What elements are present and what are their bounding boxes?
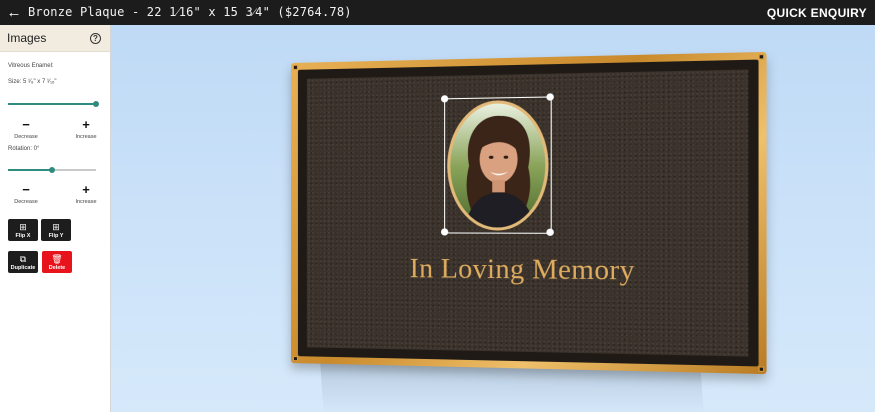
size-decrease-button[interactable]: − Decrease xyxy=(8,119,44,140)
duplicate-icon: ⧉ xyxy=(20,254,26,264)
flip-x-label: Flip X xyxy=(16,233,31,239)
quick-enquiry-button[interactable]: QUICK ENQUIRY xyxy=(767,0,867,25)
oval-photo-frame xyxy=(447,100,548,231)
photo-selection-box[interactable] xyxy=(444,96,552,233)
plus-icon: + xyxy=(68,119,104,131)
size-slider-thumb[interactable] xyxy=(93,101,99,107)
size-slider-fill xyxy=(8,103,96,105)
panel-header: Images ? xyxy=(0,25,110,52)
corner-ornament xyxy=(293,65,298,70)
corner-ornament xyxy=(759,366,765,371)
plaque-field: In Loving Memory xyxy=(307,69,748,356)
top-bar: ← Bronze Plaque - 22 1⁄16" x 15 3⁄4" ($2… xyxy=(0,0,875,25)
design-canvas[interactable]: In Loving Memory xyxy=(111,25,875,412)
flip-y-button[interactable]: ⊞ Flip Y xyxy=(41,219,71,241)
flip-x-button[interactable]: ⊞ Flip X xyxy=(8,219,38,241)
increase-label: Increase xyxy=(68,134,104,140)
size-increase-button[interactable]: + Increase xyxy=(68,119,104,140)
duplicate-label: Duplicate xyxy=(11,265,36,271)
rotation-decrease-button[interactable]: − Decrease xyxy=(8,184,44,205)
help-circle-icon[interactable]: ? xyxy=(90,33,101,44)
rotation-increase-button[interactable]: + Increase xyxy=(68,184,104,205)
page-title: Bronze Plaque - 22 1⁄16" x 15 3⁄4" ($276… xyxy=(28,5,352,20)
arrow-left-icon: ← xyxy=(7,4,22,21)
resize-handle-bottom-left[interactable] xyxy=(441,228,448,235)
size-slider[interactable] xyxy=(8,103,96,105)
panel-title: Images xyxy=(7,31,46,45)
rotation-slider-thumb[interactable] xyxy=(49,167,55,173)
material-label: Vitreous Enamel: xyxy=(8,63,54,69)
flip-horizontal-icon: ⊞ xyxy=(19,222,27,232)
flip-y-label: Flip Y xyxy=(49,233,64,239)
back-button[interactable]: ← xyxy=(0,0,28,25)
resize-handle-top-left[interactable] xyxy=(441,95,448,102)
minus-icon: − xyxy=(8,119,44,131)
rotation-slider[interactable] xyxy=(8,169,96,171)
corner-ornament xyxy=(759,54,765,59)
delete-label: Delete xyxy=(49,265,66,271)
minus-icon: − xyxy=(8,184,44,196)
trash-icon: 🗑 xyxy=(51,254,62,264)
bronze-plaque[interactable]: In Loving Memory xyxy=(291,52,767,374)
plus-icon: + xyxy=(68,184,104,196)
resize-handle-bottom-right[interactable] xyxy=(546,229,554,236)
decrease-label: Decrease xyxy=(8,134,44,140)
images-panel: Images ? Vitreous Enamel: Size: 5 ¹⁄₈" x… xyxy=(0,25,111,412)
resize-handle-top-right[interactable] xyxy=(546,93,554,100)
decrease-label: Decrease xyxy=(8,199,44,205)
plaque-inscription[interactable]: In Loving Memory xyxy=(307,252,748,288)
corner-ornament xyxy=(293,356,298,361)
plaque-inner-border: In Loving Memory xyxy=(298,60,759,367)
size-label: Size: 5 ¹⁄₈" x 7 ¹⁄₁₆" xyxy=(8,79,57,85)
rotation-label: Rotation: 0° xyxy=(8,146,39,152)
increase-label: Increase xyxy=(68,199,104,205)
rotation-slider-fill xyxy=(8,169,52,171)
portrait-photo xyxy=(450,103,545,228)
duplicate-button[interactable]: ⧉ Duplicate xyxy=(8,251,38,273)
flip-vertical-icon: ⊞ xyxy=(52,222,60,232)
delete-button[interactable]: 🗑 Delete xyxy=(42,251,72,273)
